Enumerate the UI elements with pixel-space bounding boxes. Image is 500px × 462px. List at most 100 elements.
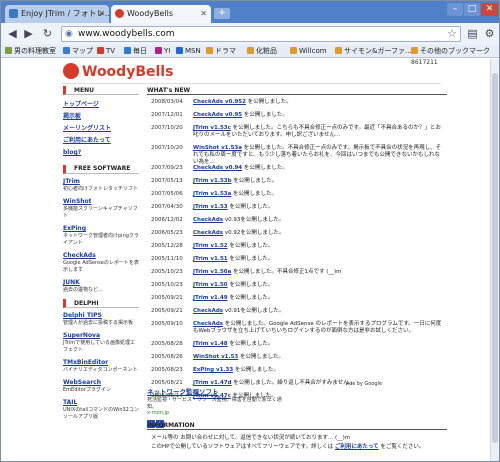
news-row: 2005/09/10 CheckAds を公開しました。Google AdSens… [147, 321, 447, 341]
terms-link[interactable]: ご利用にあたって [335, 444, 379, 450]
wrench-icon[interactable]: ⚙ [482, 26, 497, 41]
tab-woodybells[interactable]: WoodyBells ✕ [111, 5, 211, 23]
news-link[interactable]: JTrim v1.52 [193, 243, 228, 249]
ads-by-google[interactable]: Ads by Google [346, 381, 382, 387]
page-menu-icon[interactable]: ▤ [465, 26, 480, 41]
maximize-button[interactable]: □ [464, 3, 480, 16]
delphi-link[interactable]: SuperNova [63, 332, 139, 340]
menu-link-terms[interactable]: ご利用にあたって [63, 135, 139, 147]
menu-link-mailinglist[interactable]: メーリングリスト [63, 123, 139, 135]
software-desc: 初心者向けフォトレタッチソフト [63, 186, 139, 192]
bookmark-item[interactable]: 毎日 [124, 45, 147, 57]
news-text: WinShot v1.53a を公開しました。不具合修正ー点のみです。掲示板で不… [193, 145, 443, 166]
delphi-desc: バイナリエディタコンポーネント [63, 367, 138, 373]
news-desc: を公開しました。 [227, 341, 274, 347]
news-date: 2007/05/06 [151, 191, 183, 197]
news-link[interactable]: JTrim v1.53c [193, 125, 231, 131]
news-row: 2005/09/21 JTrim v1.49 を公開しました。 [147, 295, 447, 308]
news-link[interactable]: CheckAds [193, 217, 223, 223]
news-link[interactable]: JTrim v1.53 [193, 204, 228, 210]
news-text: CheckAds v0.93を公開しました。 [193, 217, 443, 224]
delphi-link[interactable]: WebSearch [63, 379, 139, 387]
software-link[interactable]: ExPing [63, 225, 139, 233]
software-link[interactable]: JUNK [63, 279, 139, 287]
reload-icon[interactable]: ↻ [40, 26, 55, 41]
news-link[interactable]: CheckAds v0.94 [193, 165, 242, 171]
vertical-scrollbar[interactable] [490, 59, 499, 461]
delphi-link[interactable]: TMxBinEditor [63, 359, 139, 367]
news-link[interactable]: JTrim v1.49 [193, 295, 228, 301]
news-row: 2005/12/28 JTrim v1.52 を公開しました。 [147, 243, 447, 256]
bookmark-star-icon[interactable]: ☆ [447, 27, 457, 40]
news-link[interactable]: CheckAds [193, 230, 223, 236]
software-link[interactable]: CheckAds [63, 252, 139, 260]
news-text: JTrim v1.53a を公開しました。 [193, 191, 443, 198]
close-window-button[interactable]: ✕ [481, 3, 498, 16]
close-tab-icon[interactable]: ✕ [98, 5, 105, 23]
minimize-button[interactable]: – [447, 3, 463, 16]
bookmark-item[interactable]: Willcom [290, 45, 327, 57]
news-link[interactable]: JTrim v1.51 [193, 256, 228, 262]
menu-link-bbs[interactable]: 掲示板 [63, 111, 139, 123]
free-software-heading: FREE SOFTWARE [63, 165, 139, 174]
software-link[interactable]: WinShot [63, 198, 139, 206]
news-desc: を公開しました。 [227, 295, 274, 301]
bookmark-item[interactable]: 男の料理教室 [5, 45, 56, 57]
tab-label: Enjoy JTrim / フォトレ... [21, 9, 109, 18]
new-tab-button[interactable]: + [214, 8, 230, 19]
news-link[interactable]: WinShot v1.53a [193, 145, 242, 151]
whats-new-heading: WHAT's NEW [147, 86, 447, 95]
software-desc: Google AdSenseのレポートを表示します [63, 260, 139, 273]
ad-desc: 死活監視・サービス・リソース監視、障害を自動で素早く通知。 [147, 397, 282, 410]
news-link[interactable]: CheckAds v0.95 [193, 112, 242, 118]
bookmark-item[interactable]: 化粧品 [247, 45, 277, 57]
bookmark-item[interactable]: TV [97, 45, 115, 57]
news-date: 2005/08/26 [151, 354, 183, 360]
software-link[interactable]: JTrim [63, 178, 139, 186]
close-tab-icon[interactable]: ✕ [200, 5, 207, 23]
back-arrow-icon[interactable]: ◀ [5, 26, 20, 41]
ad-url[interactable]: x-mon.jp [147, 410, 287, 416]
bookmark-item[interactable]: YI [155, 45, 170, 57]
news-link[interactable]: JTrim v1.53a [193, 191, 231, 197]
news-desc: を公開しました。 [227, 256, 274, 262]
news-desc: を公開しました。 [227, 204, 274, 210]
news-link[interactable]: CheckAds [193, 308, 223, 314]
site-logo[interactable]: WoodyBells [63, 62, 173, 82]
ad-title[interactable]: ネットワーク監視ソフト [147, 386, 287, 396]
bookmark-item[interactable]: MSN [176, 45, 201, 57]
news-date: 2005/12/28 [151, 243, 183, 249]
bookmark-item[interactable]: マップ [63, 45, 93, 57]
delphi-link[interactable]: Delphi TIPS [63, 312, 139, 320]
main-content: WHAT's NEW 2008/03/04 CheckAds v0.952 を公開… [147, 86, 447, 406]
bookmark-item[interactable]: ドラマ [206, 45, 236, 57]
menu-link-top[interactable]: トップページ [63, 99, 139, 111]
delphi-item-tail: TAIL UNIXのtailコマンドのWin32コンソールアプリ版 [63, 399, 139, 421]
news-link[interactable]: CheckAds v0.952 [193, 99, 246, 105]
url-input[interactable] [78, 28, 438, 40]
address-bar[interactable]: ◉ ☆ [61, 26, 461, 42]
scrollbar-thumb[interactable] [492, 73, 498, 443]
access-counter: 8617211 [411, 59, 438, 66]
news-link[interactable]: JTrim v1.50 [193, 282, 228, 288]
news-link[interactable]: JTrim v1.48 [193, 341, 228, 347]
news-text: CheckAds v0.952 を公開しました。 [193, 99, 443, 106]
news-link[interactable]: ExPing v1.33 [193, 367, 233, 373]
news-link[interactable]: JTrim v1.53b [193, 178, 232, 184]
bookmark-item[interactable]: サイモン&ガーファ... [335, 45, 412, 57]
news-link[interactable]: JTrim v1.50a [193, 269, 231, 275]
news-link[interactable]: CheckAds [193, 321, 223, 327]
news-text: JTrim v1.50a を公開しました。不具合修正1点です (__)m [193, 269, 443, 276]
delphi-link[interactable]: TAIL [63, 399, 139, 407]
forward-arrow-icon[interactable]: ▶ [21, 26, 36, 41]
menu-link-blog[interactable]: blog? [63, 147, 139, 159]
news-row: 2005/08/28 JTrim v1.48 を公開しました。 [147, 341, 447, 354]
news-desc: を公開しました。 [231, 191, 278, 197]
news-date: 2006/05/23 [151, 230, 183, 236]
tab-jtrim[interactable]: Enjoy JTrim / フォトレ... ✕ [5, 5, 109, 23]
browser-window: Enjoy JTrim / フォトレ... ✕ WoodyBells ✕ + –… [0, 0, 500, 462]
software-desc: 多機能スクリーンキャプチャソフト [63, 206, 138, 219]
news-link[interactable]: WinShot v1.53 [193, 354, 238, 360]
logo-text: WoodyBells [82, 64, 174, 80]
bookmark-item[interactable]: その他のブックマーク [411, 45, 490, 57]
